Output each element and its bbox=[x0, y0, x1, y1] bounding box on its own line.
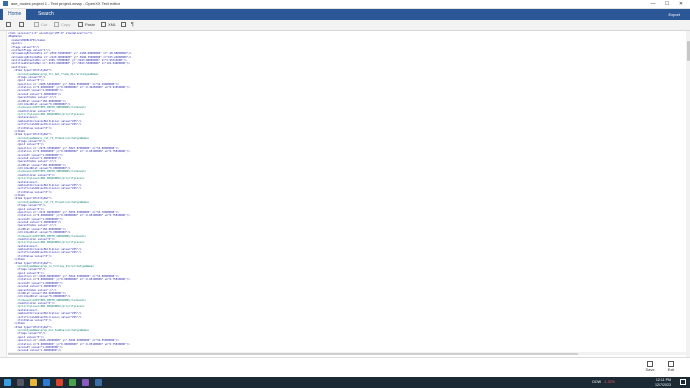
code-line[interactable]: <position x="-2166.20000000" y="-5640.93… bbox=[8, 339, 131, 342]
tab-home[interactable]: Home bbox=[3, 9, 27, 20]
paste-icon bbox=[78, 22, 83, 28]
undo-button[interactable] bbox=[6, 21, 13, 29]
undo-icon bbox=[6, 22, 11, 28]
ribbon-tabs: Home Search Export bbox=[0, 9, 690, 20]
copy-icon bbox=[54, 22, 59, 28]
xml-icon bbox=[101, 22, 106, 28]
pilcrow-button[interactable]: ¶ bbox=[131, 21, 134, 29]
pilcrow-icon: ¶ bbox=[131, 22, 134, 28]
tab-search[interactable]: Search bbox=[33, 9, 59, 20]
exit-button[interactable]: Exit bbox=[663, 361, 679, 375]
copy-label: Copy bbox=[61, 22, 71, 27]
app-icon bbox=[3, 1, 8, 6]
code-editor[interactable]: <?xml version="1.0" encoding="UTF-8" sta… bbox=[0, 31, 690, 357]
xml-label: XML bbox=[108, 22, 117, 27]
code-area[interactable]: <?xml version="1.0" encoding="UTF-8" sta… bbox=[8, 32, 131, 353]
notification-icon[interactable] bbox=[680, 379, 686, 385]
browser-icon[interactable] bbox=[43, 379, 50, 386]
horizontal-scrollbar[interactable] bbox=[8, 352, 686, 355]
file-explorer-icon[interactable] bbox=[30, 379, 37, 386]
code-line[interactable]: <rotation x="0.00000000" y="0.00000000" … bbox=[8, 150, 131, 153]
export-button[interactable]: Export bbox=[668, 9, 680, 20]
weather-symbol: DOW bbox=[592, 380, 601, 384]
horizontal-scroll-thumb[interactable] bbox=[8, 352, 578, 355]
text-editor-taskbar-icon[interactable] bbox=[95, 379, 102, 386]
redo-button[interactable] bbox=[19, 21, 26, 29]
close-button[interactable]: ✕ bbox=[674, 0, 688, 8]
maximize-button[interactable]: ☐ bbox=[660, 0, 674, 8]
format-button[interactable] bbox=[121, 21, 128, 29]
xml-button[interactable]: XML bbox=[101, 21, 116, 29]
save-button[interactable]: Save bbox=[642, 361, 658, 375]
exit-label: Exit bbox=[667, 367, 675, 372]
search-icon[interactable] bbox=[17, 379, 24, 386]
cut-icon bbox=[34, 22, 39, 28]
paste-button[interactable]: Paste bbox=[78, 21, 95, 29]
start-icon[interactable] bbox=[4, 379, 11, 386]
title-bar: ase_nodes project 1 - Text project.xmap … bbox=[0, 0, 690, 9]
paste-label: Paste bbox=[85, 22, 96, 27]
bottom-action-bar: Save Exit bbox=[0, 357, 690, 378]
windows-taskbar: DOW -1.02% 12:11 PM 12/7/2023 bbox=[0, 377, 690, 388]
app-icon-red[interactable] bbox=[56, 379, 63, 386]
window-title: ase_nodes project 1 - Text project.xmap … bbox=[11, 1, 121, 6]
minimize-button[interactable]: — bbox=[646, 0, 660, 8]
format-icon bbox=[121, 22, 126, 28]
toolbar: Cut Copy Paste XML ¶ bbox=[0, 20, 690, 31]
vertical-scrollbar[interactable] bbox=[686, 31, 690, 357]
app-icon-green[interactable] bbox=[69, 379, 76, 386]
copy-button[interactable]: Copy bbox=[54, 21, 70, 29]
cut-label: Cut bbox=[41, 22, 48, 27]
app-icon-purple[interactable] bbox=[82, 379, 89, 386]
weather-change: -1.02% bbox=[603, 380, 615, 384]
editor-gutter bbox=[0, 31, 7, 357]
clock-date[interactable]: 12/7/2023 bbox=[655, 383, 671, 387]
redo-icon bbox=[19, 22, 24, 28]
window-controls: — ☐ ✕ bbox=[646, 0, 688, 8]
clock-time[interactable]: 12:11 PM bbox=[656, 378, 671, 382]
save-label: Save bbox=[645, 367, 655, 372]
cut-button[interactable]: Cut bbox=[34, 21, 47, 29]
vertical-scroll-thumb[interactable] bbox=[686, 41, 690, 61]
